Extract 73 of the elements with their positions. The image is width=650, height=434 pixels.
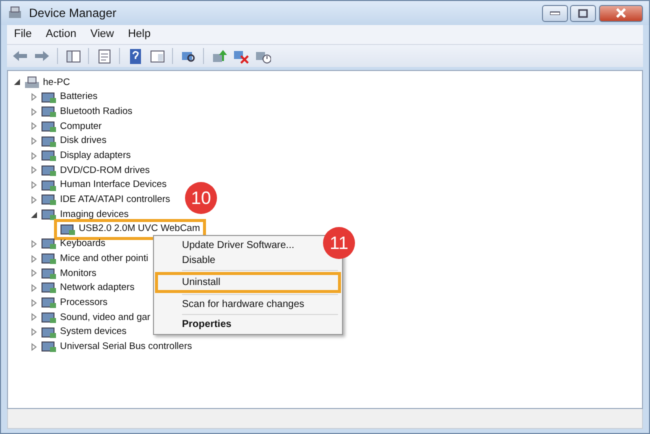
tree-item[interactable]: Keyboards — [60, 239, 106, 249]
device-icon — [41, 164, 57, 177]
collapsed-arrow-icon[interactable] — [30, 196, 38, 204]
tree-item[interactable]: IDE ATA/ATAPI controllers — [60, 195, 170, 205]
collapsed-arrow-icon[interactable] — [30, 254, 38, 263]
collapsed-arrow-icon[interactable] — [30, 181, 38, 190]
device-icon — [41, 281, 57, 294]
device-icon — [41, 340, 57, 354]
device-icon — [41, 178, 57, 192]
tree-item[interactable]: System devices — [60, 327, 127, 337]
collapsed-arrow-icon[interactable] — [30, 342, 38, 351]
device-icon — [41, 237, 57, 250]
device-icon — [41, 105, 57, 118]
maximize-button[interactable] — [570, 4, 596, 22]
tree-item[interactable]: Mice and other pointi — [60, 254, 148, 264]
device-icon — [41, 296, 57, 310]
collapsed-arrow-icon[interactable] — [30, 122, 38, 130]
collapsed-arrow-icon[interactable] — [30, 284, 38, 292]
tree-item[interactable]: Universal Serial Bus controllers — [60, 342, 192, 352]
tree-item[interactable]: Network adapters — [60, 283, 134, 293]
expanded-arrow-icon[interactable] — [30, 210, 38, 219]
tree-item[interactable]: Processors — [60, 298, 108, 308]
collapsed-arrow-icon[interactable] — [30, 152, 38, 160]
device-icon — [41, 266, 57, 280]
tree-item[interactable]: Human Interface Devices — [60, 180, 167, 190]
context-menu-item[interactable]: Scan for hardware changes — [156, 297, 308, 312]
minimize-button[interactable] — [542, 4, 568, 22]
device-icon — [41, 120, 57, 133]
tree-item[interactable]: Display adapters — [60, 151, 131, 161]
minimize-icon — [550, 11, 560, 15]
tree-item[interactable]: Bluetooth Radios — [60, 106, 132, 116]
tree-item[interactable]: Monitors — [60, 268, 96, 278]
tree-item[interactable]: USB2.0 2.0M UVC WebCam — [78, 224, 200, 234]
tree-item[interactable]: Imaging devices — [60, 210, 129, 220]
window-title: Device Manager — [29, 5, 116, 22]
context-menu-item[interactable]: Update Driver Software... — [156, 238, 298, 253]
collapsed-arrow-icon[interactable] — [30, 328, 38, 336]
collapsed-arrow-icon[interactable] — [30, 240, 38, 248]
collapsed-arrow-icon[interactable] — [30, 313, 38, 322]
maximize-icon — [578, 8, 588, 18]
device-icon — [41, 326, 57, 339]
tree-item[interactable]: Disk drives — [60, 136, 106, 146]
tree-item[interactable]: Batteries — [60, 92, 98, 102]
tree-item[interactable]: Computer — [60, 122, 102, 132]
device-icon — [41, 208, 57, 222]
expanded-arrow-icon[interactable] — [13, 78, 21, 86]
tree-item[interactable]: he-PC — [43, 78, 70, 88]
context-menu-item[interactable]: Uninstall — [156, 273, 340, 292]
device-icon — [41, 310, 57, 324]
device-icon — [41, 193, 57, 206]
device-icon — [41, 90, 57, 104]
menu-item[interactable]: View — [83, 26, 121, 43]
menu-item[interactable]: File — [7, 26, 39, 43]
collapsed-arrow-icon[interactable] — [30, 108, 38, 116]
device-manager-icon — [7, 6, 23, 20]
tree-item[interactable]: DVD/CD-ROM drives — [60, 166, 150, 176]
context-menu-item[interactable]: Disable — [156, 253, 220, 268]
device-icon — [60, 222, 76, 236]
context-menu-item[interactable]: Properties — [156, 317, 236, 332]
collapsed-arrow-icon[interactable] — [30, 166, 38, 174]
device-icon — [41, 252, 57, 266]
menu-item[interactable]: Help — [120, 26, 158, 43]
collapsed-arrow-icon[interactable] — [30, 298, 38, 307]
menu-item[interactable]: Action — [38, 26, 84, 43]
computer-icon — [24, 76, 40, 89]
collapsed-arrow-icon[interactable] — [30, 137, 38, 146]
close-icon — [616, 8, 626, 18]
collapsed-arrow-icon[interactable] — [30, 93, 38, 102]
device-icon — [41, 134, 57, 148]
collapsed-arrow-icon[interactable] — [30, 269, 38, 278]
close-button[interactable] — [599, 4, 643, 22]
device-icon — [41, 149, 57, 162]
tree-item[interactable]: Sound, video and gar — [60, 312, 150, 322]
